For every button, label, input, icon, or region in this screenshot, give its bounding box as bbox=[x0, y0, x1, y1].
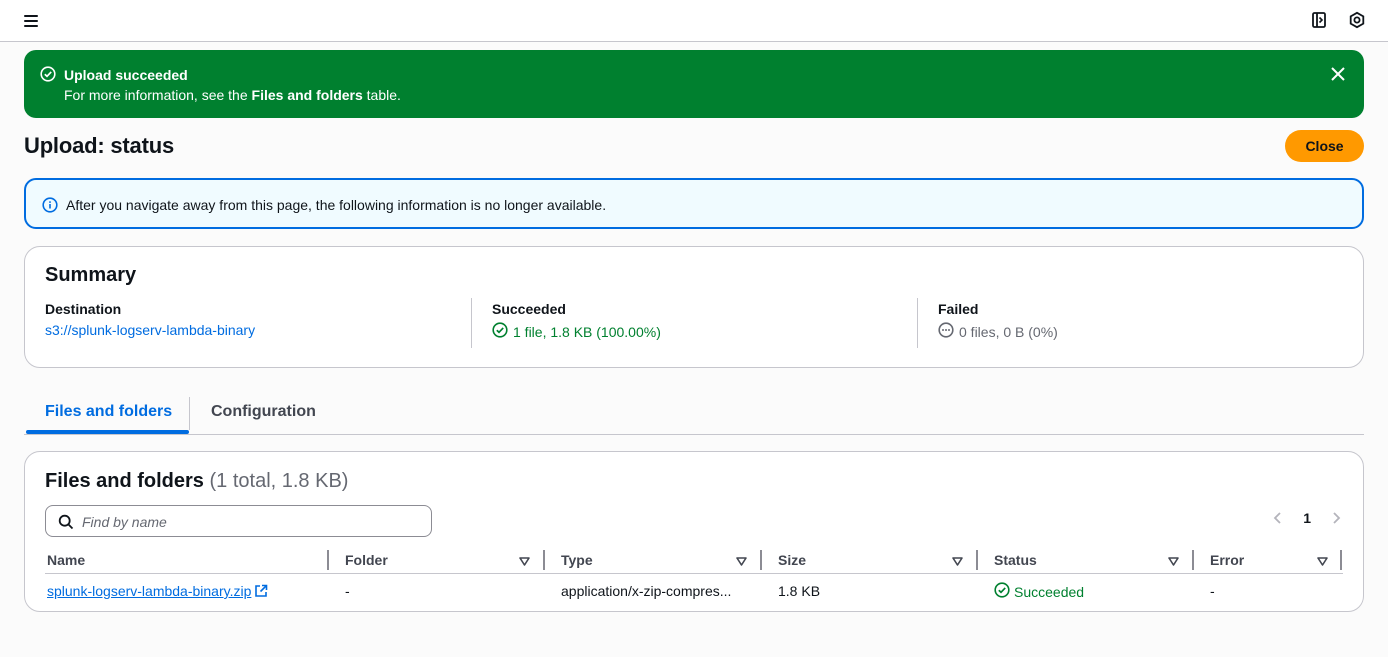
flash-message: For more information, see the Files and … bbox=[64, 87, 401, 103]
size-cell: 1.8 KB bbox=[778, 583, 821, 599]
file-name-cell: splunk-logserv-lambda-binary.zip bbox=[47, 583, 268, 601]
column-divider bbox=[917, 298, 918, 348]
status-text: Succeeded bbox=[1014, 583, 1085, 600]
page-number[interactable]: 1 bbox=[1303, 510, 1311, 526]
column-header-size[interactable]: Size bbox=[778, 552, 806, 568]
files-count: (1 total, 1.8 KB) bbox=[209, 470, 349, 492]
column-divider bbox=[471, 298, 472, 348]
column-resizer[interactable] bbox=[760, 550, 762, 570]
sort-caret-icon[interactable] bbox=[1317, 554, 1328, 566]
succeeded-column: Succeeded 1 file, 1.8 KB (100.00%) bbox=[492, 301, 661, 341]
sort-caret-icon[interactable] bbox=[952, 554, 963, 566]
search-field bbox=[45, 505, 432, 537]
column-resizer[interactable] bbox=[976, 550, 978, 570]
failed-value: 0 files, 0 B (0%) bbox=[959, 323, 1058, 340]
info-alert: After you navigate away from this page, … bbox=[24, 178, 1364, 229]
sort-caret-icon[interactable] bbox=[1168, 554, 1179, 566]
chevron-left-icon[interactable] bbox=[1271, 511, 1285, 525]
active-tab-indicator bbox=[26, 430, 189, 434]
sort-caret-icon[interactable] bbox=[736, 554, 747, 566]
search-input[interactable] bbox=[82, 512, 422, 532]
column-header-name[interactable]: Name bbox=[47, 552, 85, 568]
failed-column: Failed 0 files, 0 B (0%) bbox=[938, 301, 1058, 341]
panel-toggle-icon[interactable] bbox=[1310, 11, 1330, 31]
page-title: Upload: status bbox=[24, 133, 174, 158]
destination-link[interactable]: s3://splunk-logserv-lambda-binary bbox=[45, 322, 255, 338]
external-link-icon[interactable] bbox=[254, 584, 268, 601]
check-circle-icon bbox=[40, 66, 56, 85]
files-table-title: Files and folders (1 total, 1.8 KB) bbox=[45, 470, 349, 492]
sort-caret-icon[interactable] bbox=[519, 554, 530, 566]
status-cell: Succeeded bbox=[994, 582, 1084, 601]
table-row: splunk-logserv-lambda-binary.zip - appli… bbox=[45, 578, 1343, 602]
column-resizer[interactable] bbox=[543, 550, 545, 570]
hamburger-menu-icon[interactable] bbox=[22, 11, 42, 31]
tab-separator bbox=[189, 397, 190, 430]
pagination: 1 bbox=[1271, 510, 1343, 526]
column-resizer[interactable] bbox=[327, 550, 329, 570]
failed-label: Failed bbox=[938, 301, 979, 317]
file-name-link[interactable]: splunk-logserv-lambda-binary.zip bbox=[47, 583, 251, 599]
close-button[interactable]: Close bbox=[1285, 130, 1364, 162]
error-cell: - bbox=[1210, 583, 1215, 599]
tab-bar: Files and folders Configuration bbox=[24, 392, 1364, 435]
column-resizer[interactable] bbox=[1192, 550, 1194, 570]
info-text: After you navigate away from this page, … bbox=[66, 197, 607, 213]
check-circle-icon bbox=[492, 322, 508, 341]
destination-label: Destination bbox=[45, 301, 122, 317]
check-circle-icon bbox=[994, 582, 1010, 601]
info-icon bbox=[42, 197, 58, 216]
succeeded-label: Succeeded bbox=[492, 301, 566, 317]
tab-files-and-folders[interactable]: Files and folders bbox=[45, 403, 172, 421]
destination-column: Destination s3://splunk-logserv-lambda-b… bbox=[45, 301, 255, 338]
search-icon bbox=[58, 514, 74, 533]
column-header-folder[interactable]: Folder bbox=[345, 552, 388, 568]
column-header-status[interactable]: Status bbox=[994, 552, 1037, 568]
flash-title: Upload succeeded bbox=[64, 67, 188, 83]
succeeded-value: 1 file, 1.8 KB (100.00%) bbox=[513, 323, 661, 340]
summary-container: Summary Destination s3://splunk-logserv-… bbox=[24, 246, 1364, 368]
folder-cell: - bbox=[345, 583, 350, 599]
column-header-type[interactable]: Type bbox=[561, 552, 593, 568]
tab-configuration[interactable]: Configuration bbox=[211, 403, 316, 421]
column-header-error[interactable]: Error bbox=[1210, 552, 1244, 568]
chevron-right-icon[interactable] bbox=[1329, 511, 1343, 525]
ellipsis-circle-icon bbox=[938, 322, 954, 341]
column-resizer[interactable] bbox=[1340, 550, 1342, 570]
settings-hex-icon[interactable] bbox=[1348, 11, 1368, 31]
success-flashbar: Upload succeeded For more information, s… bbox=[24, 50, 1364, 118]
files-and-folders-table-container: Files and folders (1 total, 1.8 KB) 1 Na… bbox=[24, 451, 1364, 612]
type-cell: application/x-zip-compres... bbox=[561, 583, 732, 599]
close-icon[interactable] bbox=[1330, 66, 1346, 82]
table-header: Name Folder Type Size Status Error bbox=[45, 548, 1343, 574]
top-navigation-bar bbox=[0, 0, 1388, 42]
summary-title: Summary bbox=[45, 264, 137, 286]
